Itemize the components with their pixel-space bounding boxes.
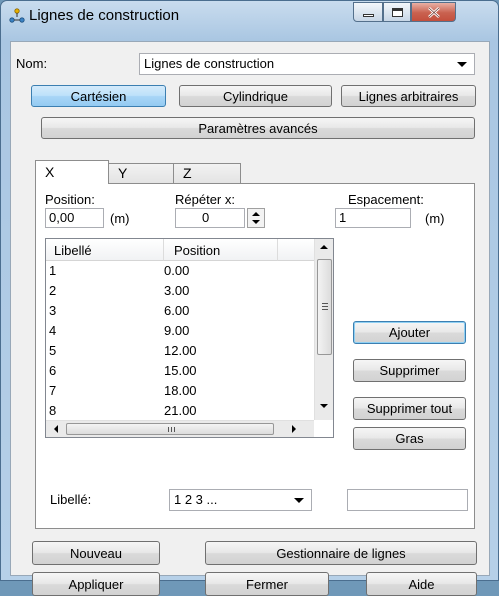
label-select-label: Libellé: [50,492,92,507]
list-row-label[interactable]: 7 [49,383,56,399]
apply-button[interactable]: Appliquer [32,572,160,596]
grip-icon [168,427,169,432]
line-manager-button[interactable]: Gestionnaire de lignes [205,541,477,565]
name-value: Lignes de construction [144,56,275,71]
arbitrary-lines-button[interactable]: Lignes arbitraires [341,85,476,107]
list-row-label[interactable]: 8 [49,403,56,419]
list-row-position[interactable]: 0.00 [164,263,189,279]
scroll-right-icon[interactable] [292,425,296,433]
maximize-button[interactable] [383,2,411,22]
delete-all-button[interactable]: Supprimer tout [353,397,466,420]
minimize-icon [363,14,374,17]
list-row-position[interactable]: 12.00 [164,343,197,359]
chevron-down-icon [457,62,467,67]
name-label: Nom: [16,56,48,71]
tab-panel-x: Position: 0,00 (m) Répéter x: 0 Espaceme… [35,183,475,529]
cylindrical-button[interactable]: Cylindrique [179,85,332,107]
spacing-value: 1 [339,210,347,225]
help-button[interactable]: Aide [366,572,477,596]
new-button[interactable]: Nouveau [32,541,160,565]
tab-y-label: Y [118,165,128,181]
vertical-scroll-thumb[interactable] [317,259,332,355]
window-title: Lignes de construction [29,7,180,24]
title-bar[interactable]: Lignes de construction [1,1,498,31]
minimize-button[interactable] [353,2,383,22]
repeat-spinner[interactable] [247,208,265,228]
chevron-down-icon [294,498,304,503]
maximize-icon [392,8,403,17]
spacing-input[interactable]: 1 [335,208,411,228]
horizontal-scroll-thumb[interactable] [66,423,274,435]
advanced-settings-button[interactable]: Paramètres avancés [41,117,475,139]
name-combobox[interactable]: Lignes de construction [139,53,475,75]
list-row-position[interactable]: 21.00 [164,403,197,419]
list-row-label[interactable]: 2 [49,283,56,299]
label-style-value: 1 2 3 ... [174,492,218,507]
list-row-position[interactable]: 18.00 [164,383,197,399]
label-style-combobox[interactable]: 1 2 3 ... [169,489,312,511]
column-header-label[interactable]: Libellé [46,239,164,261]
close-icon [428,7,440,18]
tab-y[interactable]: Y [108,163,174,184]
add-button[interactable]: Ajouter [353,321,466,344]
lines-list[interactable]: Libellé Position 1 0.00 2 3.00 3 6.00 4 … [45,238,334,438]
grip-icon [322,303,328,304]
spacing-unit: (m) [425,211,445,226]
tab-z[interactable]: Z [173,163,241,184]
grid-lines-icon [9,8,25,23]
dialog-body: Nom: Lignes de construction Cartésien Cy… [10,41,490,596]
vertical-scrollbar[interactable] [314,239,333,420]
close-button[interactable]: Fermer [205,572,329,596]
list-row-label[interactable]: 3 [49,303,56,319]
close-window-button[interactable] [411,2,456,22]
spin-up-icon[interactable] [252,212,260,216]
scroll-up-icon[interactable] [320,245,328,249]
column-header-empty [278,239,314,261]
spin-down-icon[interactable] [252,220,260,224]
horizontal-scrollbar[interactable] [46,420,314,437]
bold-button[interactable]: Gras [353,427,466,450]
list-row-position[interactable]: 9.00 [164,323,189,339]
list-row-label[interactable]: 1 [49,263,56,279]
list-row-label[interactable]: 5 [49,343,56,359]
list-row-position[interactable]: 15.00 [164,363,197,379]
dialog-window: Lignes de construction Nom: Lignes de co… [0,0,499,596]
delete-button[interactable]: Supprimer [353,359,466,382]
position-input[interactable]: 0,00 [45,208,104,228]
list-row-label[interactable]: 4 [49,323,56,339]
scroll-down-icon[interactable] [320,404,328,408]
position-value: 0,00 [49,210,75,225]
scroll-left-icon[interactable] [54,425,58,433]
list-row-position[interactable]: 6.00 [164,303,189,319]
tab-x[interactable]: X [35,160,109,184]
column-header-position[interactable]: Position [164,239,278,261]
repeat-input[interactable]: 0 [175,208,245,228]
cartesian-button[interactable]: Cartésien [31,85,166,107]
spacing-label: Espacement: [348,192,424,207]
position-unit: (m) [110,211,130,226]
tab-z-label: Z [183,165,192,181]
position-label: Position: [45,192,95,207]
tab-x-label: X [45,164,55,180]
list-row-position[interactable]: 3.00 [164,283,189,299]
repeat-label: Répéter x: [175,192,235,207]
label-text-input[interactable] [347,489,468,511]
list-row-label[interactable]: 6 [49,363,56,379]
repeat-value: 0 [202,210,210,225]
